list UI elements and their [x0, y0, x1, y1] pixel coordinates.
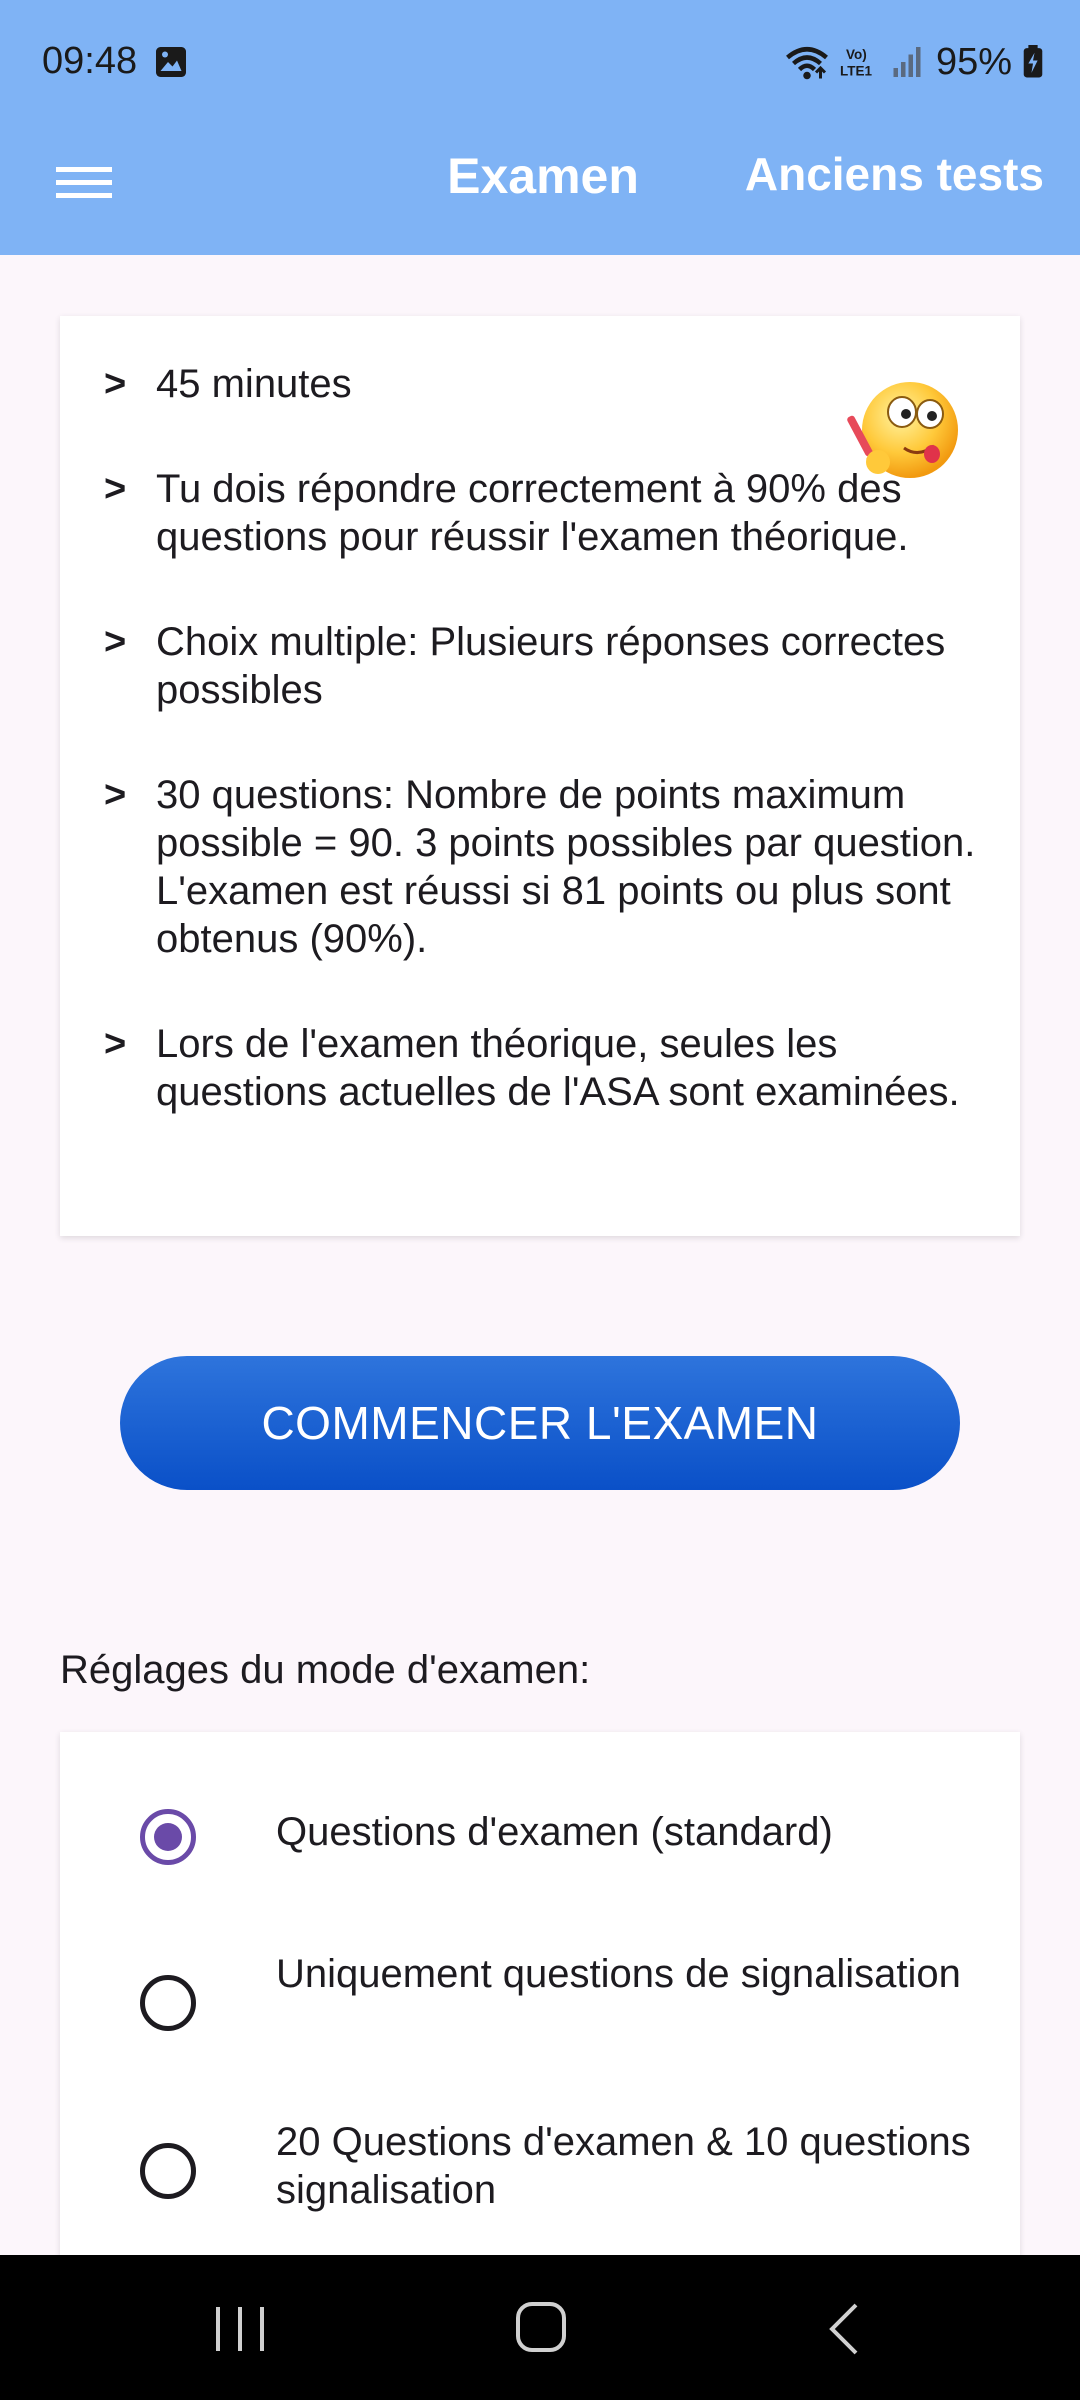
settings-heading: Réglages du mode d'examen: [60, 1648, 591, 1692]
radio-button-selected[interactable] [140, 1809, 196, 1865]
radio-label: 20 Questions d'examen & 10 questions sig… [276, 2120, 971, 2212]
start-exam-button[interactable]: COMMENCER L'EXAMEN [120, 1356, 960, 1490]
old-tests-button[interactable]: Anciens tests [745, 147, 1044, 201]
bullet-chevron-icon: > [104, 621, 127, 663]
battery-icon [1023, 45, 1043, 78]
wifi-icon [785, 47, 828, 80]
info-text: Lors de l'examen théorique, seules les q… [156, 1022, 960, 1114]
home-icon[interactable] [515, 2301, 567, 2353]
app-bar: Examen Anciens tests [0, 125, 1080, 255]
radio-option-mixed[interactable]: 20 Questions d'examen & 10 questions sig… [60, 2096, 1020, 2246]
system-navigation-bar [0, 2255, 1080, 2400]
recents-icon[interactable] [212, 2305, 268, 2353]
info-item: > Choix multiple: Plusieurs réponses cor… [104, 618, 984, 714]
info-item: > Lors de l'examen théorique, seules les… [104, 1020, 984, 1116]
bullet-chevron-icon: > [104, 774, 127, 816]
bullet-chevron-icon: > [104, 468, 127, 510]
exam-info-card: > 45 minutes > Tu dois répondre correcte… [60, 316, 1020, 1236]
radio-button[interactable] [140, 1975, 196, 2031]
info-item: > 30 questions: Nombre de points maximum… [104, 771, 984, 963]
top-bar: 09:48 Vo) LTE1 95% Examen Anciens tests [0, 0, 1080, 255]
radio-option-signals-only[interactable]: Uniquement questions de signalisation [60, 1928, 1020, 2078]
signal-icon [893, 47, 921, 77]
radio-option-standard[interactable]: Questions d'examen (standard) [60, 1762, 1020, 1912]
info-text: 45 minutes [156, 362, 352, 406]
svg-text:Vo): Vo) [846, 47, 867, 62]
radio-button[interactable] [140, 2143, 196, 2199]
status-icons: Vo) LTE1 95% [784, 40, 1044, 84]
radio-label: Uniquement questions de signalisation [276, 1952, 961, 1996]
bullet-chevron-icon: > [104, 363, 127, 405]
radio-label: Questions d'examen (standard) [276, 1810, 833, 1854]
status-time: 09:48 [42, 40, 138, 82]
battery-percentage: 95% [935, 40, 1012, 83]
bullet-chevron-icon: > [104, 1023, 127, 1065]
gallery-icon [156, 47, 186, 77]
info-text: 30 questions: Nombre de points maximum p… [156, 773, 976, 961]
back-icon[interactable] [826, 2301, 862, 2357]
thinking-emoji-icon [847, 382, 958, 478]
exam-mode-settings-card: Questions d'examen (standard) Uniquement… [60, 1732, 1020, 2292]
info-text: Choix multiple: Plusieurs réponses corre… [156, 620, 946, 712]
page-title: Examen [447, 148, 639, 204]
hamburger-menu-icon[interactable] [56, 155, 112, 211]
volte-icon: Vo) LTE1 [840, 47, 872, 79]
status-bar: 09:48 Vo) LTE1 95% [0, 0, 1080, 125]
svg-text:LTE1: LTE1 [840, 64, 872, 79]
